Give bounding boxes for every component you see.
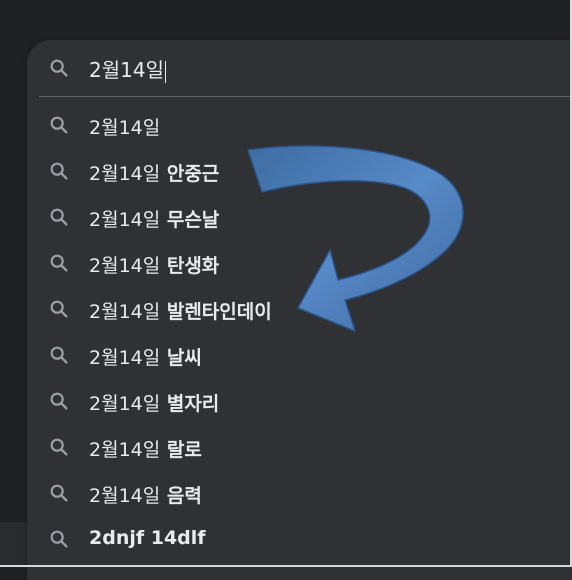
suggestion-item[interactable]: 2월14일 발렌타인데이 bbox=[27, 286, 572, 332]
suggestion-text: 2월14일 안중근 bbox=[89, 159, 219, 186]
suggestion-completion: 별자리 bbox=[160, 393, 220, 415]
suggestion-text: 2월14일 별자리 bbox=[89, 389, 219, 416]
suggestion-text: 2월14일 탄생화 bbox=[89, 251, 219, 278]
suggestion-query: 2월14일 bbox=[89, 485, 161, 507]
suggestion-query: 2월14일 bbox=[89, 255, 161, 277]
suggestion-item[interactable]: 2dnjf 14dlf bbox=[27, 516, 572, 562]
search-icon bbox=[50, 116, 68, 134]
suggestion-text: 2월14일 bbox=[89, 113, 160, 140]
suggestion-completion: 무슨날 bbox=[160, 209, 220, 231]
suggestion-completion: 2dnjf 14dlf bbox=[89, 527, 206, 549]
suggestion-completion: 음력 bbox=[160, 485, 202, 507]
suggestion-text: 2월14일 발렌타인데이 bbox=[89, 297, 272, 324]
suggestion-query: 2월14일 bbox=[89, 301, 161, 323]
suggestion-query: 2월14일 bbox=[89, 439, 161, 461]
suggestion-text: 2dnjf 14dlf bbox=[89, 527, 206, 549]
suggestion-query: 2월14일 bbox=[89, 163, 161, 185]
suggestion-item[interactable]: 2월14일 탄생화 bbox=[27, 240, 572, 286]
suggestion-item[interactable]: 2월14일 무슨날 bbox=[27, 194, 572, 240]
search-box[interactable]: 2월14일 bbox=[27, 40, 572, 96]
search-icon bbox=[50, 59, 68, 77]
suggestion-query: 2월14일 bbox=[89, 209, 161, 231]
suggestion-query: 2월14일 bbox=[89, 347, 161, 369]
search-icon bbox=[50, 254, 68, 272]
search-autocomplete-panel: 2월14일 2월14일 2월14일 안중근 2월14일 무슨날 2월14일 탄생… bbox=[27, 40, 572, 580]
suggestion-completion: 날씨 bbox=[160, 347, 202, 369]
suggestion-item[interactable]: 2월14일 bbox=[27, 102, 572, 148]
suggestion-text: 2월14일 랄로 bbox=[89, 435, 202, 462]
search-icon bbox=[50, 346, 68, 364]
search-icon bbox=[50, 530, 68, 548]
search-icon bbox=[50, 392, 68, 410]
search-divider bbox=[39, 96, 572, 97]
suggestion-item[interactable]: 2월14일 랄로 bbox=[27, 424, 572, 470]
search-icon bbox=[50, 300, 68, 318]
search-icon bbox=[50, 162, 68, 180]
suggestion-query: 2월14일 bbox=[89, 117, 161, 139]
text-cursor bbox=[164, 60, 166, 83]
search-icon bbox=[50, 208, 68, 226]
suggestion-list: 2월14일 2월14일 안중근 2월14일 무슨날 2월14일 탄생화 2월14… bbox=[27, 102, 572, 562]
search-icon bbox=[50, 484, 68, 502]
search-icon bbox=[50, 438, 68, 456]
suggestion-text: 2월14일 무슨날 bbox=[89, 205, 219, 232]
suggestion-item[interactable]: 2월14일 날씨 bbox=[27, 332, 572, 378]
suggestion-completion: 탄생화 bbox=[160, 255, 220, 277]
suggestion-item[interactable]: 2월14일 안중근 bbox=[27, 148, 572, 194]
suggestion-item[interactable]: 2월14일 음력 bbox=[27, 470, 572, 516]
suggestion-text: 2월14일 날씨 bbox=[89, 343, 202, 370]
suggestion-item[interactable]: 2월14일 별자리 bbox=[27, 378, 572, 424]
suggestion-completion: 안중근 bbox=[160, 163, 220, 185]
suggestion-query: 2월14일 bbox=[89, 393, 161, 415]
suggestion-text: 2월14일 음력 bbox=[89, 481, 202, 508]
search-input-value: 2월14일 bbox=[89, 58, 164, 82]
search-input[interactable]: 2월14일 bbox=[89, 54, 166, 83]
suggestion-completion: 발렌타인데이 bbox=[160, 301, 272, 323]
suggestion-completion: 랄로 bbox=[160, 439, 202, 461]
